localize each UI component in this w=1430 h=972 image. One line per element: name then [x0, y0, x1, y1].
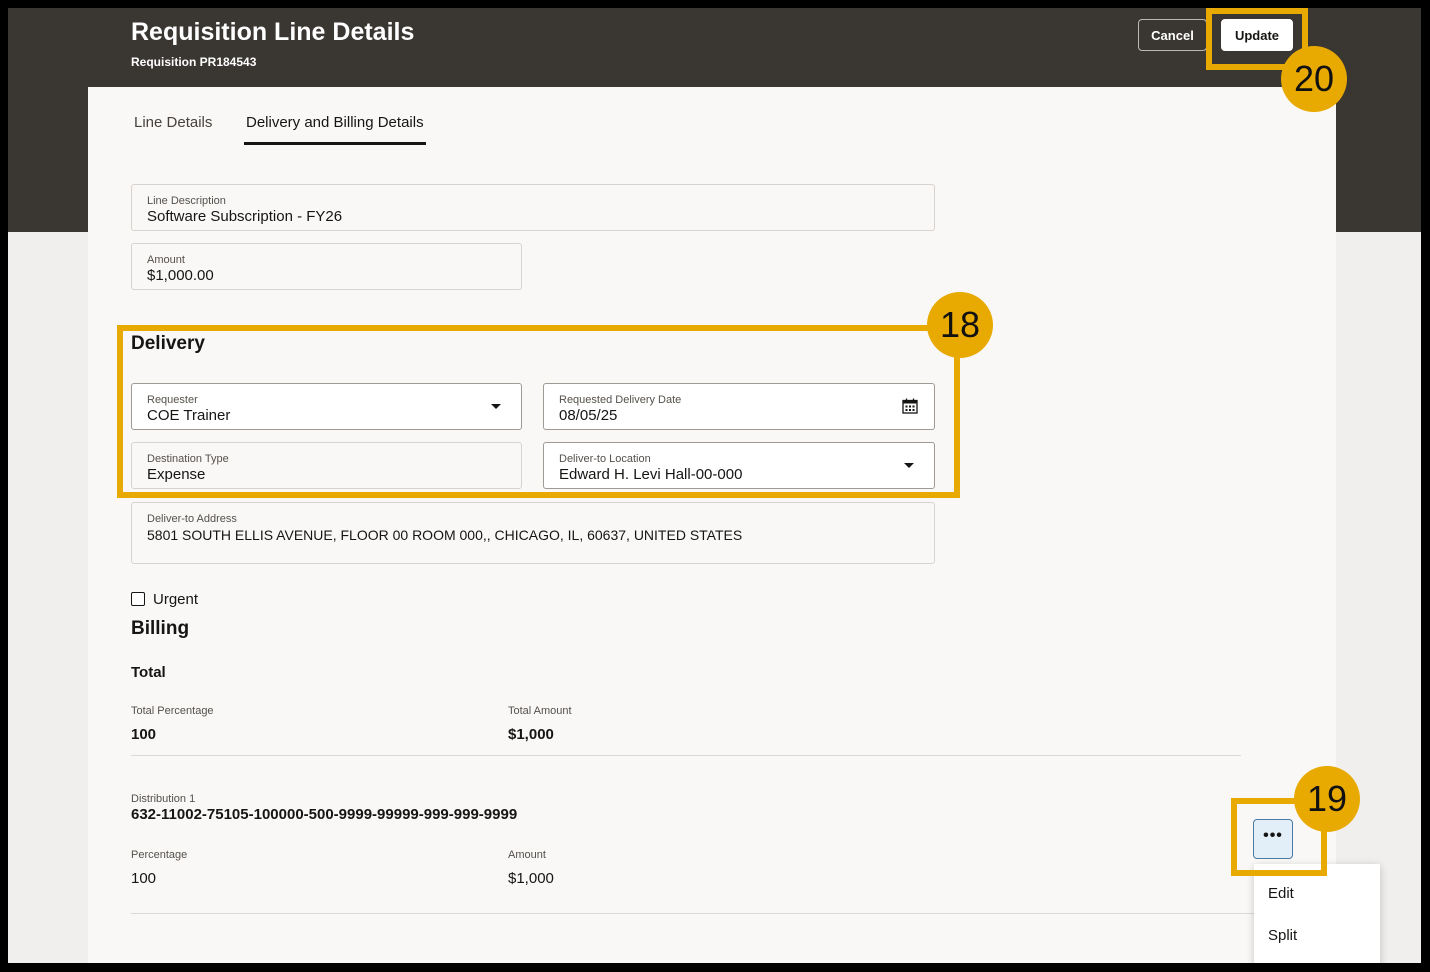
- details-card: Line Details Delivery and Billing Detail…: [88, 87, 1336, 963]
- total-percentage-value: 100: [131, 726, 157, 743]
- total-heading: Total: [131, 664, 166, 681]
- distribution-amount-value: $1,000: [508, 870, 554, 887]
- total-percentage-label: Total Percentage: [131, 705, 214, 717]
- deliver-to-address-field: Deliver-to Address 5801 SOUTH ELLIS AVEN…: [131, 502, 935, 564]
- divider: [131, 913, 1256, 914]
- deliver-to-address-value: 5801 SOUTH ELLIS AVENUE, FLOOR 00 ROOM 0…: [147, 527, 743, 543]
- page-subtitle: Requisition PR184543: [131, 55, 257, 69]
- percentage-value: 100: [131, 870, 157, 887]
- line-description-label: Line Description: [147, 195, 226, 207]
- billing-heading: Billing: [131, 618, 190, 639]
- line-description-value: Software Subscription - FY26: [147, 208, 343, 225]
- menu-item-edit[interactable]: Edit: [1268, 885, 1294, 902]
- tab-delivery-billing[interactable]: Delivery and Billing Details: [246, 114, 424, 131]
- callout-badge-18: 18: [927, 292, 993, 358]
- line-description-field: Line Description Software Subscription -…: [131, 184, 935, 231]
- percentage-label: Percentage: [131, 849, 188, 861]
- distribution-label: Distribution 1: [131, 793, 196, 805]
- total-amount-value: $1,000: [508, 726, 554, 743]
- page-title: Requisition Line Details: [131, 18, 415, 46]
- callout-badge-19: 19: [1294, 766, 1360, 832]
- tab-line-details[interactable]: Line Details: [134, 114, 212, 131]
- distribution-amount-label: Amount: [508, 849, 546, 861]
- amount-field: Amount $1,000.00: [131, 243, 522, 290]
- cancel-button[interactable]: Cancel: [1138, 19, 1207, 51]
- urgent-checkbox[interactable]: [131, 592, 145, 606]
- amount-value: $1,000.00: [147, 267, 214, 284]
- actions-menu: Edit Split: [1254, 864, 1380, 963]
- distribution-account: 632-11002-75105-100000-500-9999-99999-99…: [131, 806, 518, 823]
- amount-label: Amount: [147, 254, 185, 266]
- active-tab-indicator: [244, 142, 426, 145]
- total-amount-label: Total Amount: [508, 705, 572, 717]
- delivery-callout-box: [117, 325, 960, 498]
- divider: [131, 755, 1241, 756]
- screen: Requisition Line Details Requisition PR1…: [8, 8, 1421, 963]
- menu-item-split[interactable]: Split: [1268, 927, 1297, 944]
- deliver-to-address-label: Deliver-to Address: [147, 513, 237, 525]
- callout-badge-20: 20: [1281, 46, 1347, 112]
- urgent-label: Urgent: [153, 591, 199, 608]
